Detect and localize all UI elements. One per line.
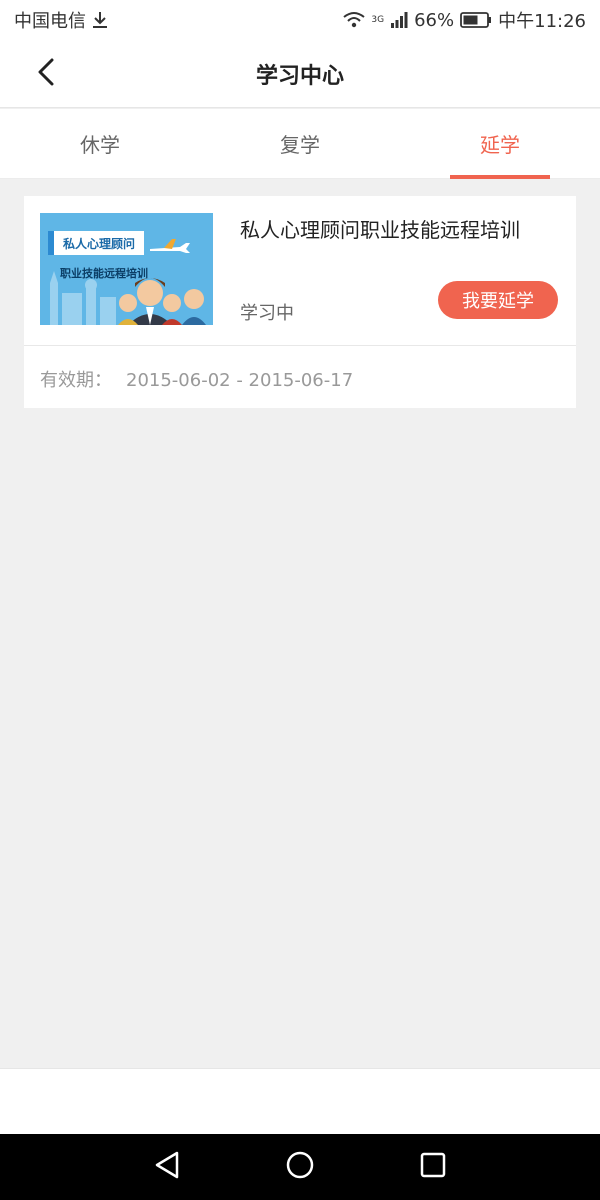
carrier-label: 中国电信	[14, 11, 86, 32]
course-title[interactable]: 私人心理顾问职业技能远程培训	[240, 214, 530, 246]
tab-extend[interactable]: 延学	[400, 109, 600, 179]
home-circle-icon	[285, 1150, 315, 1184]
battery-icon	[460, 11, 492, 29]
validity-range: 2015-06-02 - 2015-06-17	[126, 370, 354, 391]
validity-label: 有效期：	[40, 370, 112, 391]
page-title: 学习中心	[255, 63, 344, 89]
status-right: 3G 66% 中午11:26	[343, 7, 586, 33]
app-header: 学习中心	[0, 40, 600, 108]
recents-square-icon	[419, 1151, 447, 1183]
network-type-label: 3G	[371, 15, 385, 25]
nav-recents-button[interactable]	[405, 1139, 461, 1195]
tab-bar: 休学 复学 延学	[0, 109, 600, 179]
system-nav-bar	[0, 1134, 600, 1200]
validity-period: 有效期： 2015-06-02 - 2015-06-17	[40, 366, 353, 392]
clock: 中午11:26	[498, 11, 586, 32]
status-bar: 中国电信 3G 66% 中午11:26	[0, 0, 600, 40]
course-status: 学习中	[240, 303, 294, 324]
signal-icon	[390, 11, 408, 29]
nav-home-button[interactable]	[272, 1139, 328, 1195]
thumbnail-title: 私人心理顾问	[48, 231, 144, 255]
battery-percent: 66%	[414, 9, 455, 31]
back-triangle-icon	[153, 1150, 181, 1184]
tab-suspend[interactable]: 休学	[0, 109, 200, 178]
bottom-bar	[0, 1068, 600, 1134]
course-card[interactable]: 私人心理顾问 职业技能远程培训 私人心理顾问职业技能远程培训 学习中 我要延学 …	[24, 196, 576, 408]
download-icon	[92, 11, 108, 29]
course-thumbnail[interactable]: 私人心理顾问 职业技能远程培训	[40, 213, 213, 325]
nav-back-button[interactable]	[139, 1139, 195, 1195]
thumbnail-subtitle: 职业技能远程培训	[60, 267, 148, 280]
status-left: 中国电信	[14, 7, 108, 33]
course-card-top: 私人心理顾问 职业技能远程培训 私人心理顾问职业技能远程培训 学习中 我要延学	[24, 196, 576, 346]
tab-resume[interactable]: 复学	[200, 109, 400, 178]
back-button[interactable]	[28, 56, 64, 92]
wifi-icon	[343, 11, 366, 29]
extend-study-button[interactable]: 我要延学	[438, 281, 558, 319]
chevron-left-icon	[36, 58, 56, 90]
